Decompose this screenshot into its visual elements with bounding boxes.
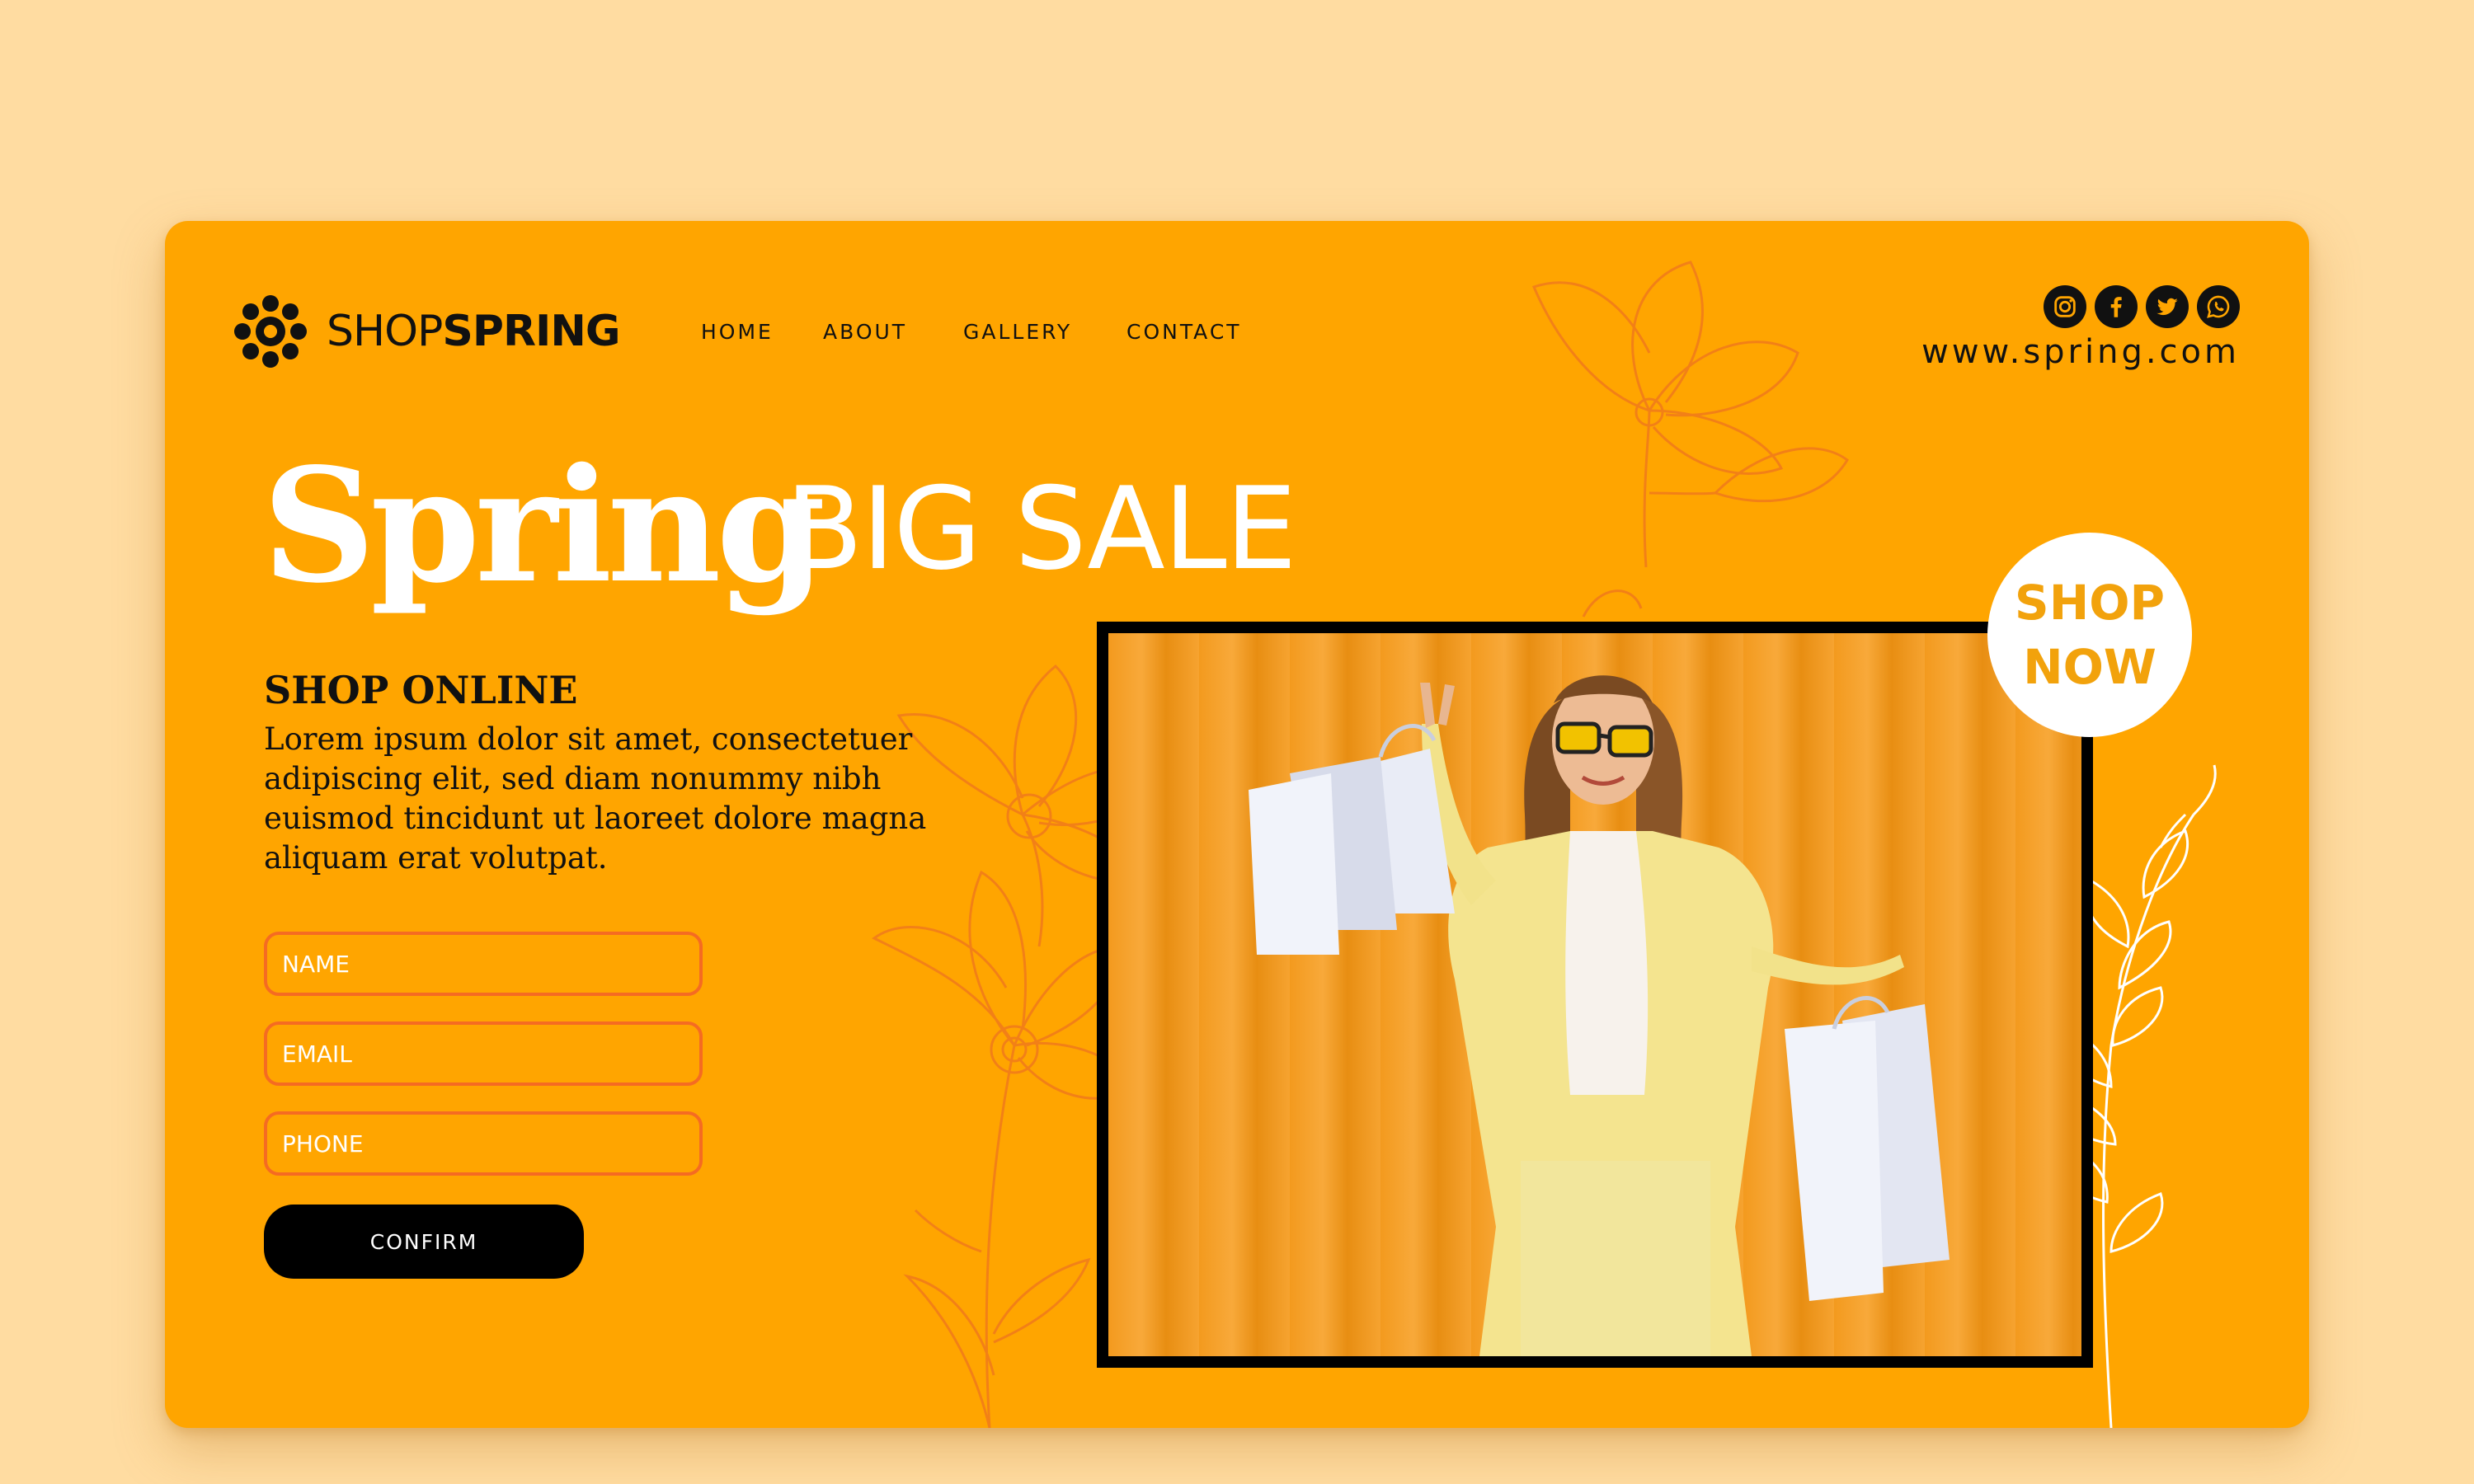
model-photo [1108, 633, 2081, 1356]
landing-card: SHOPSPRING HOME ABOUT GALLERY CONTACT ww… [165, 221, 2309, 1428]
brand-logo[interactable]: SHOPSPRING [229, 290, 621, 373]
shop-now-button[interactable]: SHOP NOW [1987, 533, 2192, 737]
whatsapp-icon[interactable] [2197, 285, 2240, 328]
confirm-button[interactable]: CONFIRM [264, 1205, 584, 1279]
shopping-woman-image [1249, 675, 1950, 1356]
email-field[interactable] [264, 1021, 703, 1086]
shop-now-line2: NOW [2023, 639, 2157, 695]
hero-title-sale: BIG SALE [785, 463, 1297, 595]
promo-body: Lorem ipsum dolor sit amet, consectetuer… [264, 721, 927, 876]
social-links [2044, 285, 2240, 328]
flower-logo-icon [234, 295, 307, 368]
hero-title-script: Spring [262, 434, 825, 618]
name-field[interactable] [264, 932, 703, 996]
nav-about[interactable]: ABOUT [823, 320, 907, 344]
instagram-icon[interactable] [2044, 285, 2086, 328]
site-url[interactable]: www.spring.com [1921, 333, 2240, 371]
brand-name: SHOPSPRING [327, 307, 621, 356]
facebook-icon[interactable] [2095, 285, 2138, 328]
promo-heading: SHOP ONLINE [264, 668, 578, 712]
nav-home[interactable]: HOME [701, 320, 774, 344]
phone-field[interactable] [264, 1111, 703, 1176]
nav-gallery[interactable]: GALLERY [963, 320, 1072, 344]
twitter-icon[interactable] [2146, 285, 2189, 328]
product-photo-frame [1097, 622, 2093, 1368]
nav-contact[interactable]: CONTACT [1126, 320, 1242, 344]
shop-now-line1: SHOP [2014, 575, 2166, 631]
